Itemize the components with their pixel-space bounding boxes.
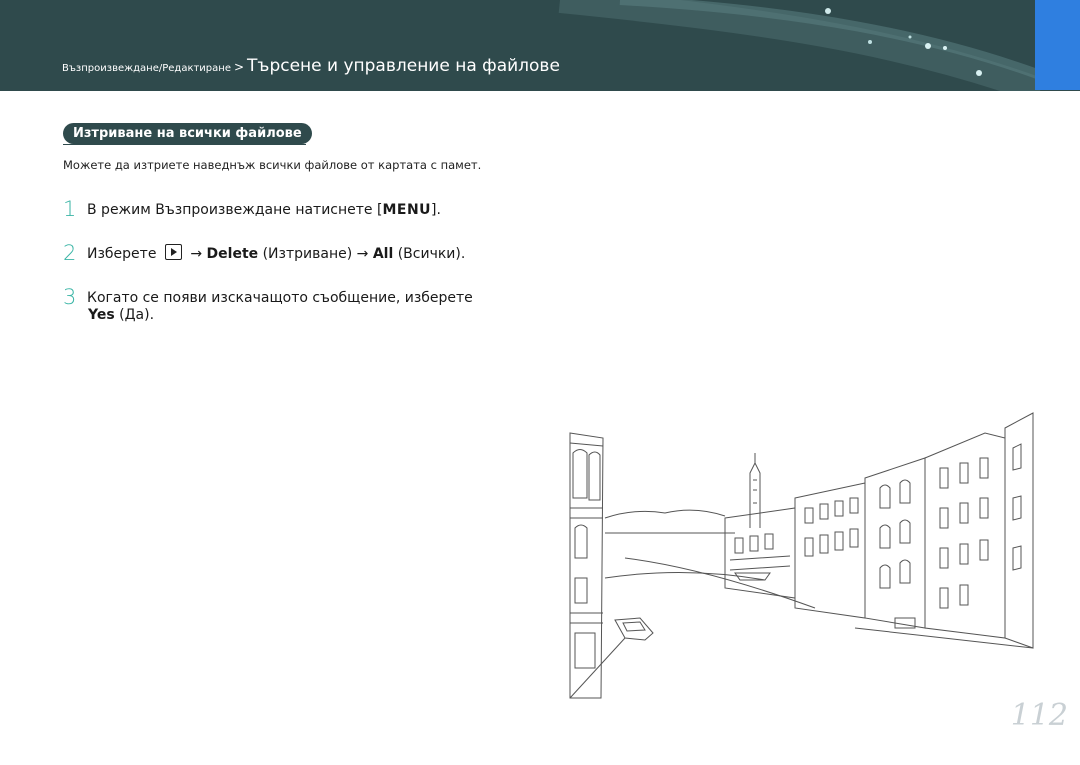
arrow: → — [356, 246, 369, 262]
step-number: 3 — [63, 285, 77, 309]
menu-key: MENU — [382, 202, 432, 218]
all-translation: (Всички). — [397, 246, 466, 262]
header-decoration — [558, 0, 1045, 91]
breadcrumb-separator: > — [233, 60, 245, 74]
section-heading-underline — [63, 144, 306, 145]
step-text: Изберете — [87, 246, 157, 262]
step-number: 1 — [63, 197, 77, 221]
delete-option: Delete — [206, 246, 259, 262]
step-text: Когато се появи изскачащото съобщение, и… — [87, 290, 473, 306]
step-text: В режим Възпроизвеждане натиснете [ — [87, 202, 383, 218]
step-text-end: ]. — [431, 202, 441, 218]
delete-translation: (Изтриване) — [262, 246, 353, 262]
step-3: 3 Когато се появи изскачащото съобщение, … — [63, 285, 473, 309]
page-header: Възпроизвеждане/Редактиране > Търсене и уп… — [0, 0, 1080, 91]
playback-icon — [164, 244, 182, 260]
step-2: 2 Изберете → Delete (Изтриване) → All (Вс… — [63, 241, 465, 265]
page-number: 112 — [1010, 698, 1068, 733]
page-title: Търсене и управление на файлове — [247, 56, 560, 76]
breadcrumb-section: Възпроизвеждане/Редактиране — [62, 63, 231, 74]
intro-text: Можете да изтриете наведнъж всички файло… — [63, 158, 482, 172]
arrow: → — [190, 246, 203, 262]
venice-canal-illustration — [569, 412, 1034, 699]
step-1: 1 В режим Възпроизвеждане натиснете [MENU… — [63, 197, 441, 221]
chapter-tab — [1035, 0, 1080, 90]
step-3-continuation: Yes (Да). — [88, 307, 154, 323]
yes-option: Yes — [88, 307, 115, 323]
step-number: 2 — [63, 241, 77, 265]
breadcrumb: Възпроизвеждане/Редактиране > Търсене и уп… — [62, 56, 560, 76]
section-heading: Изтриване на всички файлове — [63, 123, 312, 144]
yes-translation: (Да). — [119, 307, 155, 323]
all-option: All — [372, 246, 394, 262]
